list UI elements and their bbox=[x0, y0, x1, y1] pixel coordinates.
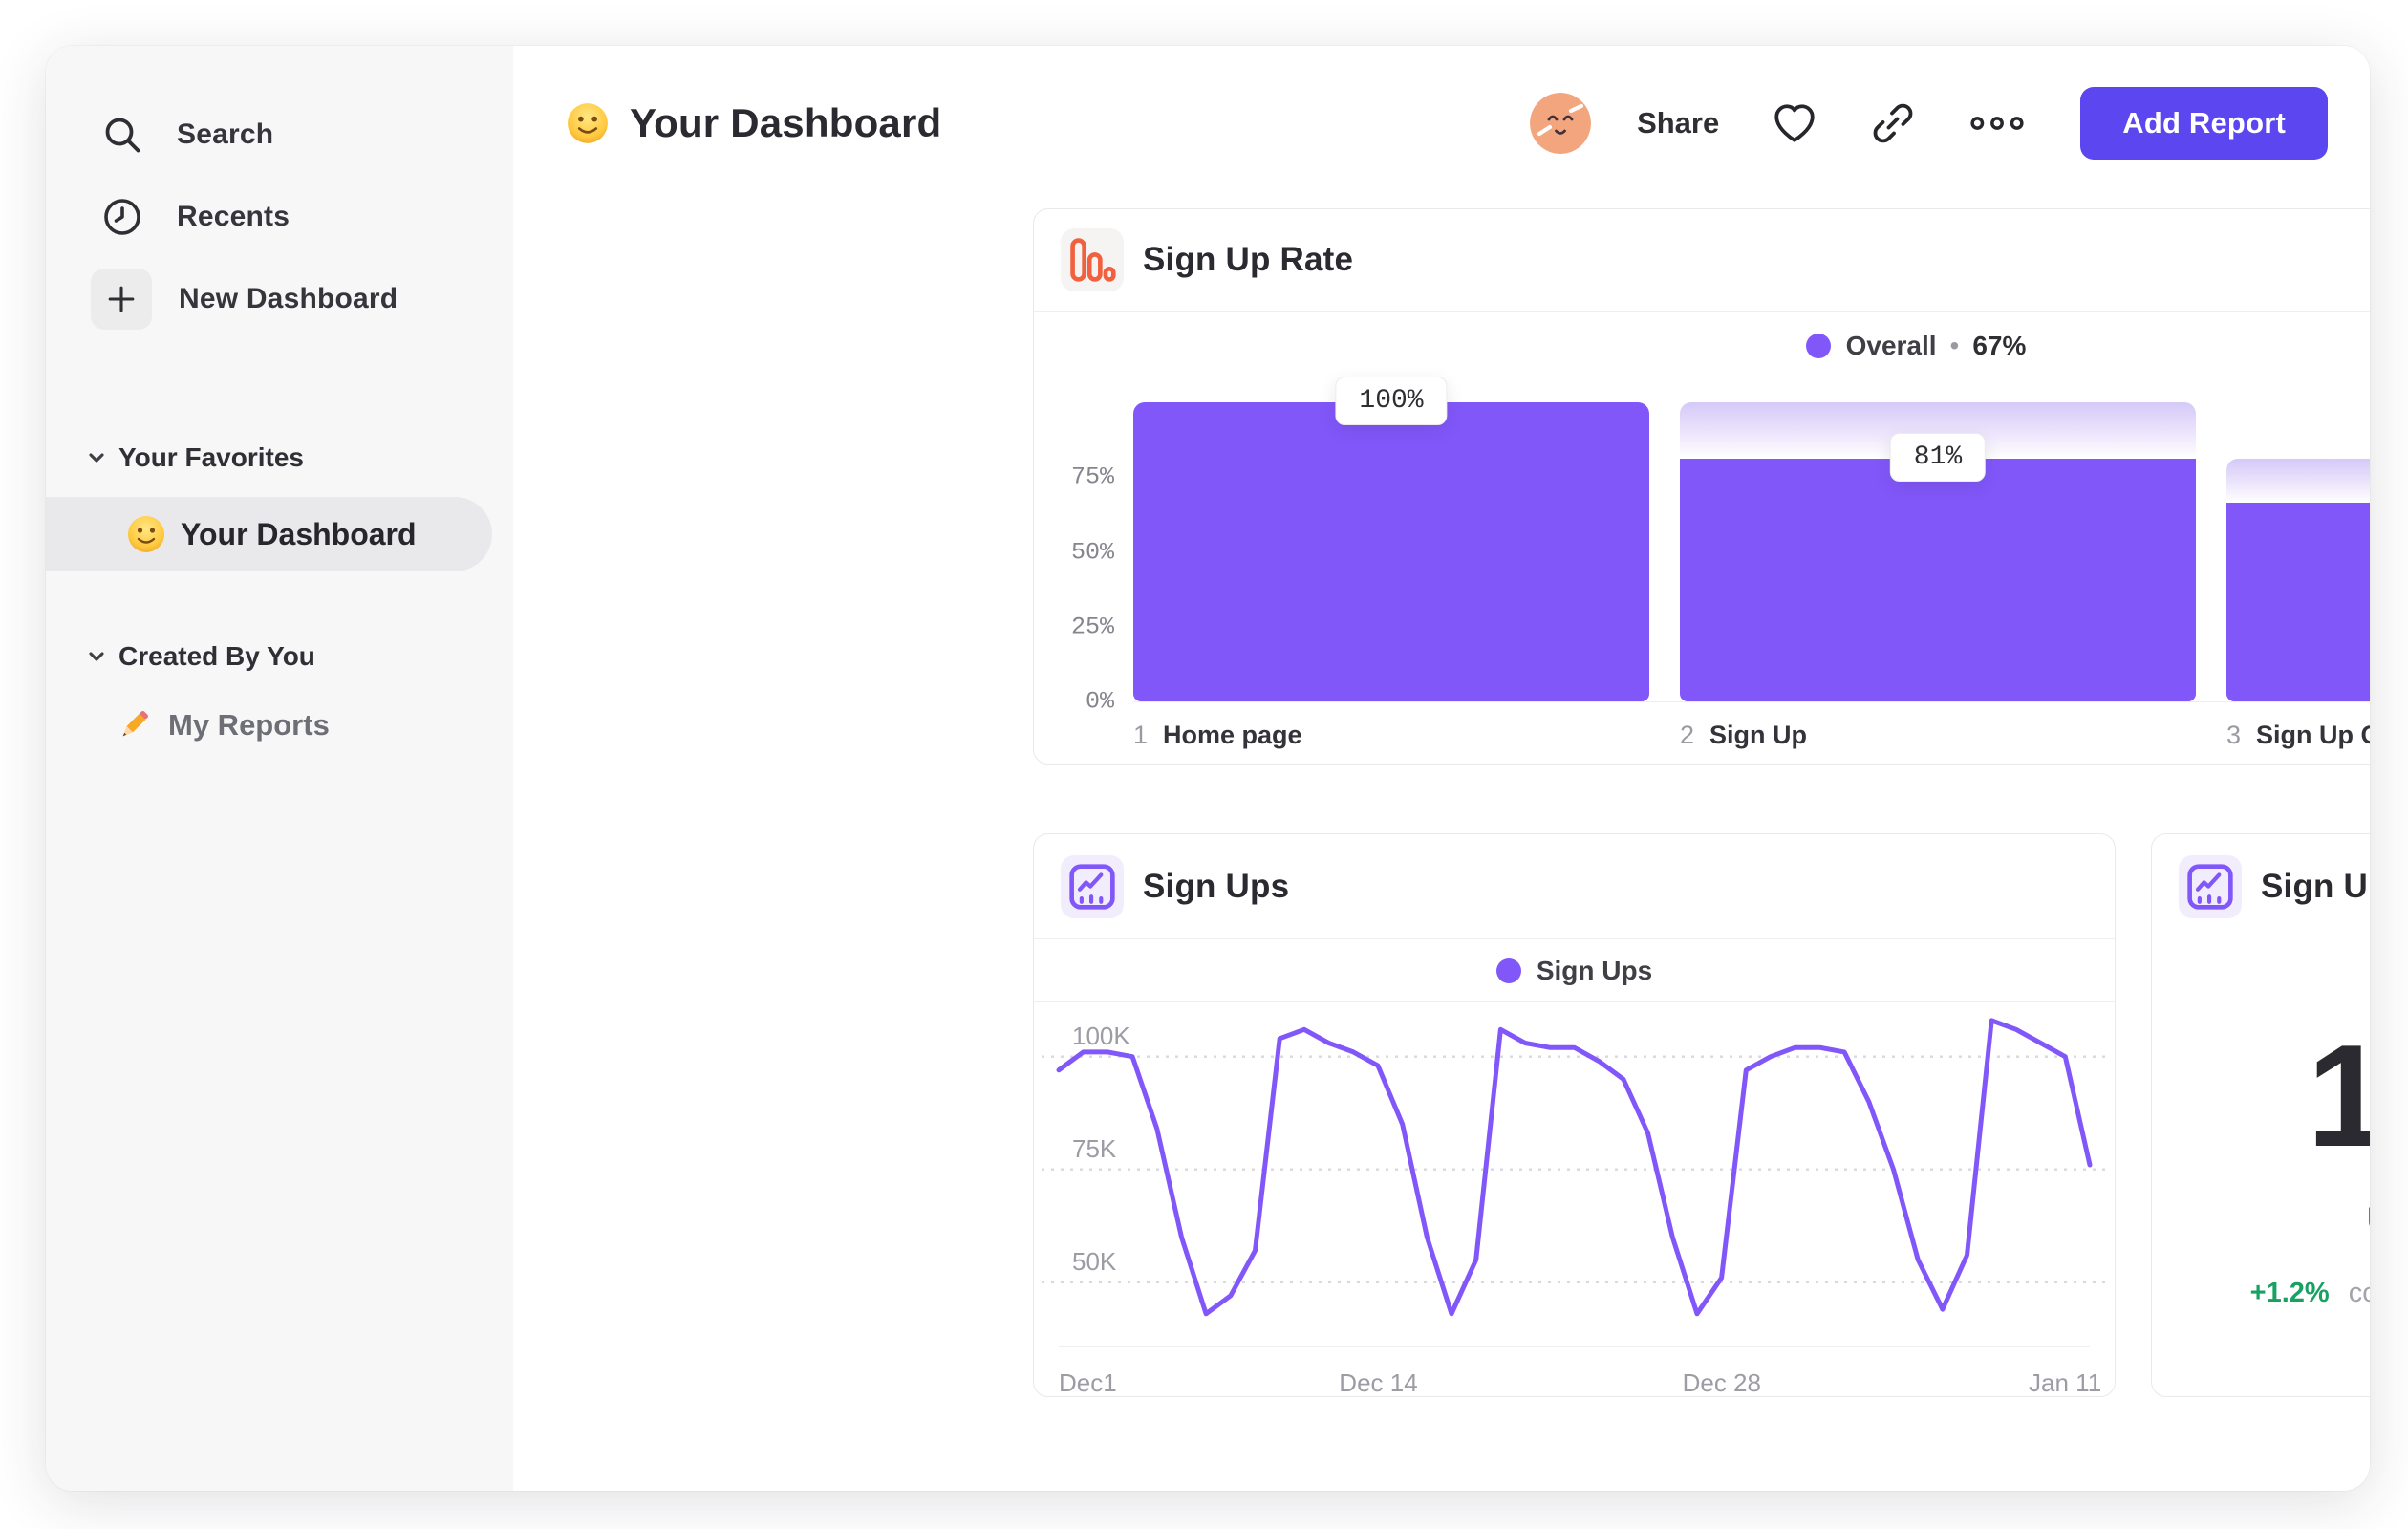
chevron-down-icon bbox=[84, 644, 109, 669]
funnel-y-axis: 75% 50% 25% 0% bbox=[1034, 402, 1114, 716]
sidebar-item-label: New Dashboard bbox=[179, 283, 398, 314]
sign-up-rate-card: Sign Up Rate Overall • 67% 75% 50% 25% 0% bbox=[1033, 208, 2370, 764]
avatar[interactable] bbox=[1530, 93, 1592, 154]
kpi-value: 100K bbox=[2307, 1015, 2370, 1177]
line-series bbox=[1056, 1018, 2093, 1317]
smiley-emoji bbox=[567, 102, 609, 144]
sidebar-item-search[interactable]: Search bbox=[46, 94, 513, 176]
funnel-drop-off bbox=[2226, 459, 2370, 504]
legend-separator: • bbox=[1949, 331, 1960, 360]
pencil-emoji bbox=[115, 706, 153, 744]
line-x-axis: Dec1 Dec 14 Dec 28 Jan 11 bbox=[1059, 1346, 2101, 1398]
line-plot: 100K 75K 50K bbox=[1042, 1002, 2107, 1327]
kpi-delta-row: +1.2% compared to previous period bbox=[2152, 1278, 2370, 1309]
funnel-bar-2[interactable]: 81% 2 Sign Up bbox=[1680, 402, 2196, 750]
funnel-step-label: 1 Home page bbox=[1133, 721, 1302, 749]
sidebar-item-new-dashboard[interactable]: New Dashboard bbox=[46, 258, 513, 340]
share-button[interactable]: Share bbox=[1637, 106, 1719, 140]
sidebar: Search Recents New Dashboard Your Favori… bbox=[46, 46, 513, 1491]
sign-ups-card: Sign Ups Sign Ups 100K 75K 50K Dec1 Dec 14 D… bbox=[1033, 833, 2116, 1397]
funnel-bar-1[interactable]: 100% 1 Home page bbox=[1133, 377, 1649, 750]
card-title: Sign Up Rate bbox=[1143, 241, 1354, 278]
chevron-down-icon bbox=[84, 445, 109, 470]
sidebar-section-favorites: Your Favorites Your Dashboard bbox=[46, 432, 513, 571]
kpi-delta-note: compared to previous period bbox=[2348, 1278, 2370, 1308]
line-legend[interactable]: Sign Ups bbox=[1034, 939, 2115, 1002]
sidebar-section-created-by-you: Created By You My Reports bbox=[46, 631, 513, 759]
sign-ups-today-card: Sign Ups Today 100K Unique Users +1.2% c… bbox=[2151, 833, 2370, 1397]
line-x-tick: Dec 28 bbox=[1682, 1368, 1761, 1397]
funnel-chart-icon bbox=[1061, 228, 1124, 291]
legend-series-label: Overall bbox=[1845, 331, 1937, 360]
funnel-step-label: 2 Sign Up bbox=[1680, 721, 1808, 749]
section-label: Created By You bbox=[118, 641, 315, 671]
ellipsis-icon[interactable] bbox=[1967, 113, 2027, 134]
funnel-bar-fill bbox=[1680, 459, 2196, 701]
sidebar-item-your-dashboard[interactable]: Your Dashboard bbox=[46, 497, 492, 571]
app-window: Search Recents New Dashboard Your Favori… bbox=[46, 46, 2370, 1491]
link-icon[interactable] bbox=[1870, 100, 1916, 146]
card-header: Sign Ups bbox=[1034, 834, 2115, 939]
sidebar-item-my-reports[interactable]: My Reports bbox=[46, 692, 513, 759]
card-header: Sign Ups Today bbox=[2152, 834, 2370, 939]
section-label: Your Favorites bbox=[118, 442, 304, 472]
line-chart[interactable]: 100K 75K 50K Dec1 Dec 14 Dec 28 Jan 11 bbox=[1034, 1002, 2115, 1398]
funnel-y-tick: 50% bbox=[1070, 538, 1114, 566]
line-chart-icon bbox=[2179, 855, 2242, 918]
funnel-bars: 100% 1Home page 81% 2Sign Up 82%3Sign Up Con… bbox=[1133, 377, 2370, 750]
dashboard-header: Your Dashboard Share Add Report bbox=[513, 82, 2370, 164]
kpi-body: 100K Unique Users +1.2% compared to prev… bbox=[2152, 939, 2370, 1309]
sidebar-item-recents[interactable]: Recents bbox=[46, 176, 513, 258]
funnel-data-label: 81% bbox=[1889, 433, 1987, 483]
funnel-y-tick: 75% bbox=[1070, 463, 1114, 491]
add-report-button[interactable]: Add Report bbox=[2080, 87, 2328, 160]
heart-icon[interactable] bbox=[1771, 99, 1818, 147]
line-chart-icon bbox=[1061, 854, 1124, 918]
funnel-bar-fill bbox=[1133, 402, 1649, 701]
section-header-your-favorites[interactable]: Your Favorites bbox=[46, 432, 513, 484]
dashboard-title-wrap: Your Dashboard bbox=[567, 82, 941, 164]
funnel-legend[interactable]: Overall • 67% bbox=[1034, 312, 2370, 380]
header-actions: Share Add Report bbox=[1530, 82, 2328, 164]
sidebar-item-label: Your Dashboard bbox=[181, 516, 417, 551]
clock-icon bbox=[100, 195, 144, 239]
sidebar-item-label: My Reports bbox=[168, 708, 330, 742]
line-x-tick: Dec 14 bbox=[1339, 1368, 1418, 1397]
plus-icon bbox=[91, 269, 152, 330]
line-x-tick: Dec1 bbox=[1059, 1368, 1117, 1397]
sidebar-item-label: Recents bbox=[177, 201, 290, 232]
page-title: Your Dashboard bbox=[630, 100, 942, 145]
funnel-y-tick: 0% bbox=[1085, 687, 1114, 716]
legend-dot bbox=[1495, 958, 1521, 983]
card-title: Sign Ups bbox=[1143, 867, 1290, 905]
legend-series-label: Sign Ups bbox=[1536, 955, 1653, 985]
line-x-tick: Jan 11 bbox=[2029, 1368, 2102, 1397]
funnel-data-label: 100% bbox=[1335, 377, 1448, 425]
funnel-bar-fill bbox=[2226, 503, 2370, 701]
funnel-bar-3[interactable]: 82%3Sign Up Confirmation bbox=[2226, 402, 2370, 750]
sidebar-item-label: Search bbox=[177, 118, 274, 150]
card-header: Sign Up Rate bbox=[1034, 209, 2370, 312]
card-title: Sign Ups Today bbox=[2261, 868, 2370, 905]
funnel-y-tick: 25% bbox=[1070, 613, 1114, 641]
search-icon bbox=[100, 113, 144, 157]
smiley-emoji bbox=[127, 515, 165, 553]
main-content: Your Dashboard Share Add Report Sign Up … bbox=[513, 46, 2370, 1491]
kpi-delta: +1.2% bbox=[2249, 1278, 2330, 1308]
section-header-created-by-you[interactable]: Created By You bbox=[46, 631, 513, 682]
kpi-label: Unique Users bbox=[2152, 1201, 2370, 1239]
funnel-step-label: 3Sign Up Confirmation bbox=[2226, 721, 2370, 749]
legend-value: 67% bbox=[1972, 331, 2027, 360]
funnel-chart: 75% 50% 25% 0% 100% 1Home page 81% 2Sign Up 82%… bbox=[1034, 377, 2370, 764]
legend-dot bbox=[1805, 334, 1831, 358]
